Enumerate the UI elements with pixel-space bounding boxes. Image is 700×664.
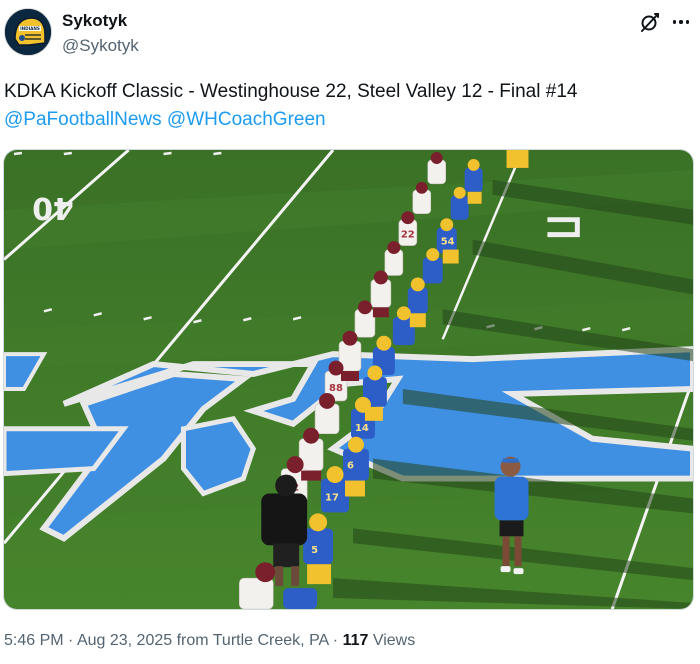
tweet-photo[interactable]: 40 22 88 54 14 6 17 5 [3,149,694,610]
more-dot [672,20,677,24]
tweet-location: from Turtle Creek, PA [176,632,329,649]
svg-text:5: 5 [311,545,318,556]
field-number: 40 [32,190,74,225]
svg-text:88: 88 [329,383,343,394]
svg-text:54: 54 [441,237,455,248]
mention-link[interactable]: @WHCoachGreen [167,109,326,130]
author-avatar[interactable]: INDIANS [4,8,52,56]
tweet-metadata: 5:46 PM · Aug 23, 2025 from Turtle Creek… [4,632,415,650]
author-display-name[interactable]: Sykotyk [62,11,127,31]
tweet-header: INDIANS Sykotyk @Sykotyk [0,0,700,70]
grok-icon[interactable] [638,10,662,34]
mention-link[interactable]: @PaFootballNews [4,109,162,130]
avatar-text: INDIANS [20,26,40,31]
football-field-photo: 40 22 88 54 14 6 17 5 [4,150,693,609]
author-handle[interactable]: @Sykotyk [62,36,139,56]
views-count[interactable]: 117 [343,632,369,649]
meta-separator: · [63,632,77,649]
tweet-mentions: @PaFootballNews @WHCoachGreen [4,106,326,134]
more-options-icon[interactable] [668,10,694,34]
svg-text:17: 17 [325,492,339,503]
views-label: Views [372,632,416,649]
svg-text:22: 22 [401,230,415,241]
tweet-text: KDKA Kickoff Classic - Westinghouse 22, … [4,81,578,102]
more-dot [685,20,690,24]
football-helmet-avatar-icon: INDIANS [5,9,51,55]
svg-text:14: 14 [355,423,369,434]
more-dot [679,20,683,24]
tweet-date[interactable]: Aug 23, 2025 [77,632,172,649]
svg-text:6: 6 [347,461,354,472]
meta-separator: · [328,632,343,649]
tweet-time[interactable]: 5:46 PM [4,632,64,649]
